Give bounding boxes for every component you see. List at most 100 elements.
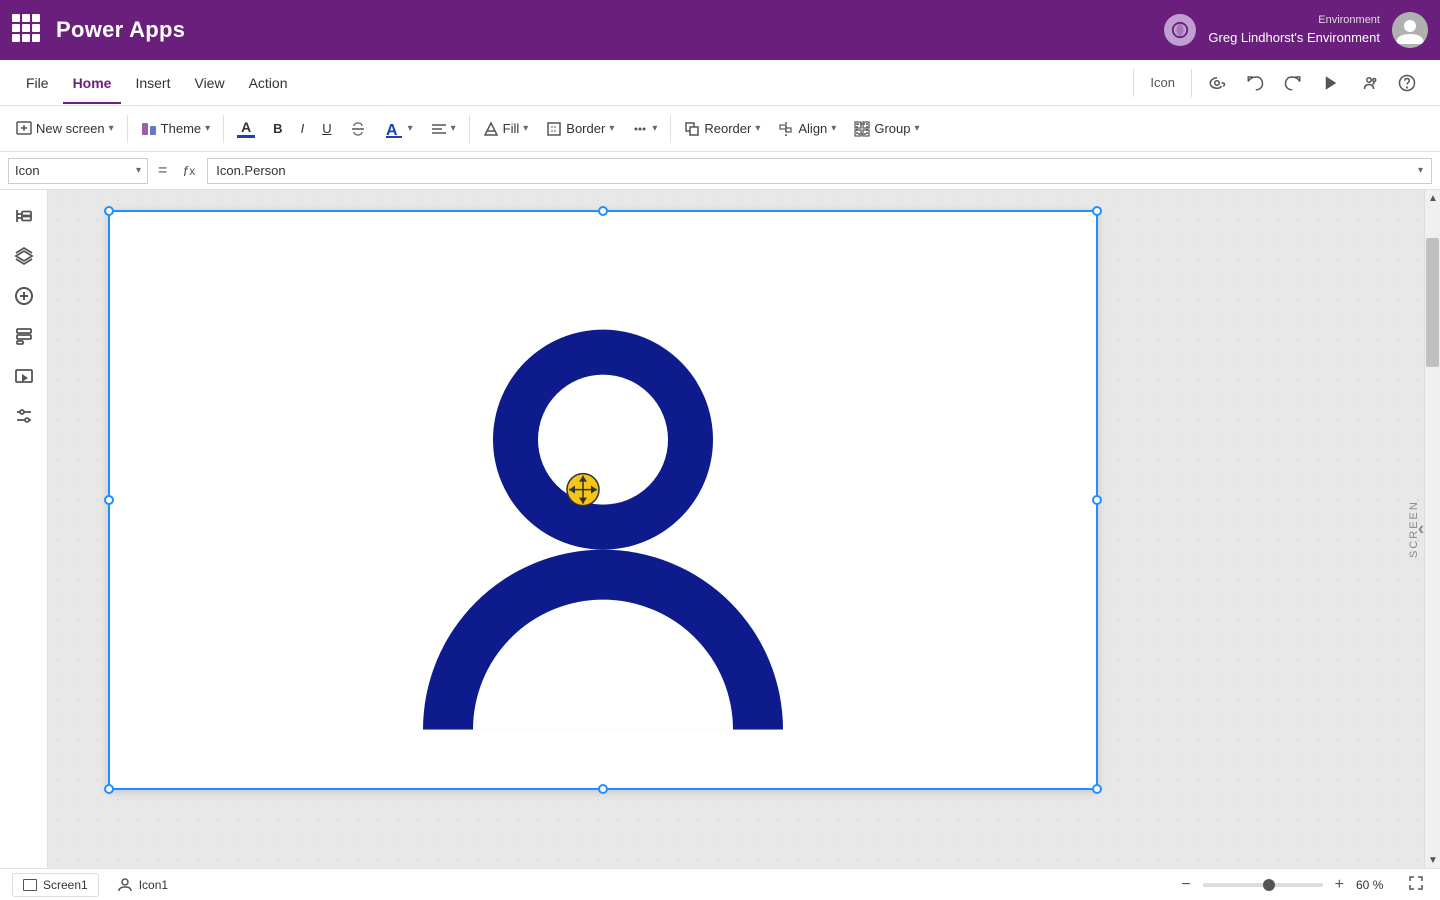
env-label: Environment: [1208, 13, 1380, 28]
align-icon: [431, 121, 447, 137]
handle-top-left[interactable]: [104, 206, 114, 216]
name-box[interactable]: Icon ▾: [8, 158, 148, 184]
zoom-number: 60: [1356, 878, 1369, 892]
border-btn[interactable]: Border ▾: [538, 117, 622, 141]
help-btn[interactable]: [1390, 70, 1424, 96]
bold-label: B: [273, 121, 282, 136]
environment-text: Environment Greg Lindhorst's Environment: [1208, 13, 1380, 47]
sidebar-item-layers[interactable]: [6, 238, 42, 274]
align-caret: ▾: [451, 123, 456, 134]
redo-btn[interactable]: [1276, 70, 1310, 96]
left-sidebar: [0, 190, 48, 868]
handle-bottom-center[interactable]: [598, 784, 608, 794]
menu-item-file[interactable]: File: [16, 69, 59, 97]
theme-btn[interactable]: Theme ▾: [133, 117, 219, 141]
handle-middle-right[interactable]: [1092, 495, 1102, 505]
formula-caret: ▾: [1418, 165, 1423, 176]
sidebar-item-data[interactable]: [6, 318, 42, 354]
right-panel-toggle[interactable]: ‹: [1418, 519, 1424, 540]
zoom-slider-thumb[interactable]: [1263, 879, 1275, 891]
sidebar-item-tree-view[interactable]: [6, 198, 42, 234]
tb-sep4: [670, 115, 671, 143]
vertical-scrollbar[interactable]: ▲ ▼: [1424, 190, 1440, 868]
zoom-plus-btn[interactable]: +: [1331, 874, 1348, 896]
group-caret: ▾: [914, 123, 919, 134]
zoom-minus-btn[interactable]: −: [1177, 874, 1194, 896]
titlebar: Power Apps Environment Greg Lindhorst's …: [0, 0, 1440, 60]
share-btn[interactable]: [1352, 70, 1386, 96]
handle-bottom-right[interactable]: [1092, 784, 1102, 794]
scroll-thumb[interactable]: [1426, 238, 1439, 367]
italic-btn[interactable]: I: [293, 117, 313, 140]
align-btn[interactable]: Align ▾: [770, 117, 844, 141]
person-icon-container[interactable]: [413, 310, 793, 733]
menu-item-insert[interactable]: Insert: [125, 69, 180, 97]
more-btn[interactable]: ▾: [624, 117, 665, 141]
align2-icon: [778, 121, 794, 137]
more-caret: ▾: [652, 123, 657, 134]
fx-button[interactable]: f x: [177, 161, 201, 181]
align-text-btn[interactable]: ▾: [423, 117, 464, 141]
font-color-btn[interactable]: A: [229, 116, 263, 142]
menu-item-view[interactable]: View: [184, 69, 234, 97]
fx-label: f: [183, 163, 187, 179]
theme-caret: ▾: [205, 123, 210, 134]
layers-icon: [14, 246, 34, 266]
reorder-btn[interactable]: Reorder ▾: [676, 117, 768, 141]
handle-bottom-left[interactable]: [104, 784, 114, 794]
icon1-tab[interactable]: Icon1: [107, 873, 178, 897]
border-caret: ▾: [609, 123, 614, 134]
icon-tool-label: Icon: [1142, 71, 1183, 94]
menu-item-home[interactable]: Home: [63, 69, 122, 97]
reorder-caret: ▾: [755, 123, 760, 134]
play-btn[interactable]: [1314, 70, 1348, 96]
share-icon: [1360, 74, 1378, 92]
align2-caret: ▾: [831, 123, 836, 134]
handle-top-right[interactable]: [1092, 206, 1102, 216]
sidebar-item-add[interactable]: [6, 278, 42, 314]
sidebar-item-media[interactable]: [6, 358, 42, 394]
app-title: Power Apps: [56, 17, 185, 43]
move-cursor-indicator[interactable]: [563, 470, 603, 510]
menu-item-action[interactable]: Action: [239, 69, 298, 97]
font-color-letter: A: [241, 120, 251, 134]
text-color-icon: A: [384, 119, 404, 139]
sidebar-item-controls[interactable]: [6, 398, 42, 434]
screen1-tab[interactable]: Screen1: [12, 873, 99, 897]
more-icon: [632, 121, 648, 137]
new-screen-btn[interactable]: New screen ▾: [8, 117, 122, 141]
bold-btn[interactable]: B: [265, 117, 290, 140]
fill-icon: [483, 121, 499, 137]
name-box-caret: ▾: [136, 165, 141, 176]
scroll-down-arrow[interactable]: ▼: [1425, 852, 1440, 868]
fill-btn[interactable]: Fill ▾: [475, 117, 537, 141]
fullscreen-btn[interactable]: [1404, 873, 1428, 896]
move-cursor-icon: [565, 472, 601, 508]
group-btn[interactable]: Group ▾: [846, 117, 927, 141]
handle-top-center[interactable]: [598, 206, 608, 216]
formula-input[interactable]: Icon.Person ▾: [207, 158, 1432, 184]
screen-canvas[interactable]: [108, 210, 1098, 790]
stethoscope-icon: [1208, 74, 1226, 92]
menubar-right-tools: Icon: [1129, 69, 1424, 97]
help-icon-btn[interactable]: [1200, 70, 1234, 96]
user-avatar[interactable]: [1392, 12, 1428, 48]
strikethrough-btn[interactable]: [342, 117, 374, 141]
handle-middle-left[interactable]: [104, 495, 114, 505]
statusbar: Screen1 Icon1 − + 60 %: [0, 868, 1440, 900]
tree-view-icon: [14, 206, 34, 226]
scroll-up-arrow[interactable]: ▲: [1425, 190, 1440, 206]
icon1-tab-label: Icon1: [139, 878, 168, 892]
waffle-menu-icon[interactable]: [12, 14, 44, 46]
zoom-slider[interactable]: [1203, 883, 1323, 887]
main-area: ▲ ▼ SCREEN ‹: [0, 190, 1440, 868]
underline-btn[interactable]: U: [314, 117, 339, 140]
text-color-btn[interactable]: A ▾: [376, 115, 421, 143]
icon1-tab-icon: [117, 877, 133, 893]
theme-label: Theme: [161, 121, 201, 136]
scroll-track[interactable]: [1425, 206, 1440, 852]
reorder-icon: [684, 121, 700, 137]
fullscreen-icon: [1408, 875, 1424, 891]
undo-btn[interactable]: [1238, 70, 1272, 96]
canvas-area[interactable]: ▲ ▼ SCREEN ‹: [48, 190, 1440, 868]
